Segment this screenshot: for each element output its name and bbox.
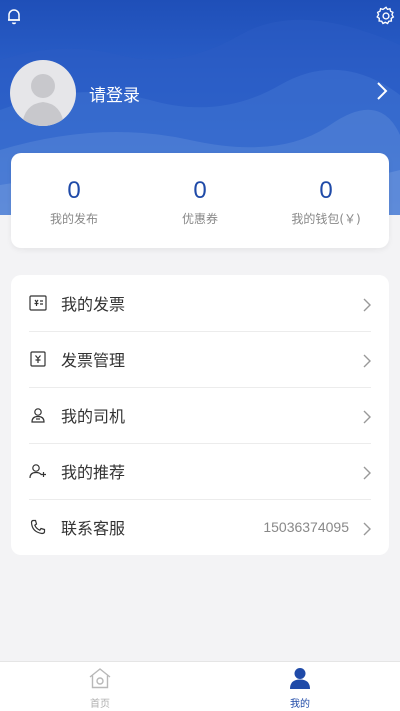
- invoice-manage-icon: [29, 350, 47, 368]
- driver-icon: [29, 406, 47, 424]
- user-icon: [287, 667, 313, 693]
- stats-card: 0 我的发布 0 优惠券 0 我的钱包(￥): [11, 153, 389, 248]
- tab-home[interactable]: 首页: [0, 662, 200, 711]
- stat-wallet[interactable]: 0 我的钱包(￥): [263, 153, 389, 248]
- menu-card: 我的发票 发票管理 我的司机 我的推荐 联系客服 15036374095: [11, 275, 389, 555]
- menu-item-invoice-management[interactable]: 发票管理: [11, 331, 389, 387]
- stat-label: 我的钱包(￥): [291, 212, 361, 226]
- chevron-right-icon: [363, 409, 371, 428]
- service-phone-number[interactable]: 15036374095: [263, 519, 349, 535]
- tab-label: 我的: [290, 699, 310, 710]
- tab-label: 首页: [90, 699, 110, 710]
- stat-value: 0: [193, 177, 207, 204]
- invoice-icon: [29, 294, 47, 312]
- add-user-icon: [29, 462, 47, 480]
- menu-item-customer-service[interactable]: 联系客服 15036374095: [11, 499, 389, 555]
- menu-label: 我的司机: [61, 407, 126, 426]
- login-row[interactable]: 请登录: [10, 60, 390, 126]
- stat-my-posts[interactable]: 0 我的发布: [11, 153, 137, 248]
- stat-label: 我的发布: [49, 212, 98, 226]
- tab-mine[interactable]: 我的: [200, 662, 400, 711]
- menu-item-my-drivers[interactable]: 我的司机: [11, 387, 389, 443]
- chevron-right-icon: [363, 297, 371, 316]
- menu-label: 我的发票: [61, 295, 126, 314]
- phone-icon: [29, 518, 47, 536]
- bottom-tab-bar: 首页 我的: [0, 661, 400, 711]
- chevron-right-icon: [363, 521, 371, 540]
- menu-item-my-invoices[interactable]: 我的发票: [11, 275, 389, 331]
- menu-label: 我的推荐: [61, 463, 126, 482]
- menu-item-my-referrals[interactable]: 我的推荐: [11, 443, 389, 499]
- stat-label: 优惠券: [181, 212, 218, 226]
- gear-icon[interactable]: [374, 4, 398, 28]
- home-icon: [87, 667, 113, 693]
- menu-label: 发票管理: [61, 351, 126, 370]
- bell-icon[interactable]: [2, 4, 26, 28]
- login-prompt[interactable]: 请登录: [89, 81, 140, 106]
- stat-value: 0: [67, 177, 81, 204]
- chevron-right-icon: [363, 465, 371, 484]
- stat-value: 0: [319, 177, 333, 204]
- stat-coupons[interactable]: 0 优惠券: [137, 153, 263, 248]
- chevron-right-icon: [376, 81, 388, 105]
- chevron-right-icon: [363, 353, 371, 372]
- menu-label: 联系客服: [61, 519, 126, 538]
- avatar[interactable]: [10, 60, 76, 126]
